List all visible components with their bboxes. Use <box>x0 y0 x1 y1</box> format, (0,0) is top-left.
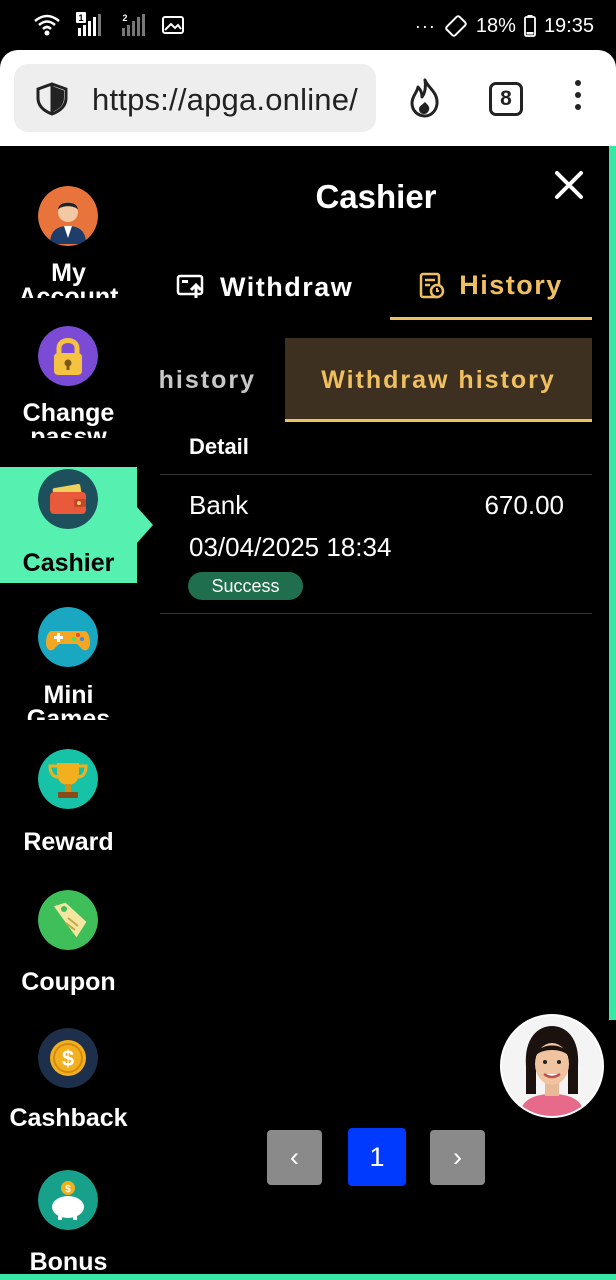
svg-text:$: $ <box>65 1184 71 1195</box>
history-icon <box>419 272 445 298</box>
gamepad-icon <box>38 607 98 667</box>
tab-withdraw[interactable]: Withdraw <box>176 254 376 320</box>
pagination-prev-button[interactable]: ‹ <box>267 1130 322 1185</box>
sidebar-item-cashier[interactable]: Cashier <box>0 467 153 583</box>
wifi-icon <box>34 14 60 36</box>
pagination-next-button[interactable]: › <box>430 1130 485 1185</box>
subtab-withdraw-history[interactable]: Withdraw history <box>285 338 592 422</box>
sidebar-item-cashback[interactable]: $ Cashback <box>0 1026 137 1142</box>
lock-icon <box>38 326 98 386</box>
sidebar: My Account Change passw Cashier Mini Gam… <box>0 146 153 1275</box>
coin-icon: $ <box>38 1028 98 1088</box>
battery-icon <box>524 15 536 37</box>
tab-count-button[interactable]: 8 <box>489 82 523 116</box>
sidebar-item-label: My Account <box>18 259 119 299</box>
account-icon <box>38 186 98 246</box>
wallet-icon <box>38 469 98 529</box>
sidebar-item-label: Coupon <box>21 968 116 996</box>
support-chat-avatar[interactable] <box>500 1014 604 1118</box>
svg-text:1: 1 <box>78 13 83 23</box>
sidebar-item-my-account[interactable]: My Account <box>0 182 137 298</box>
sidebar-item-label: Bonus <box>29 1248 108 1276</box>
tab-label: History <box>459 270 563 300</box>
url-text: https://apga.online/ <box>92 82 358 117</box>
divider <box>160 474 592 475</box>
browser-toolbar: https://apga.online/ 8 <box>0 50 616 146</box>
sidebar-item-change-password[interactable]: Change passw <box>0 322 137 438</box>
more-notifications-icon: ··· <box>414 15 436 36</box>
sidebar-item-reward[interactable]: Reward <box>0 746 137 862</box>
piggy-bank-icon: $ <box>38 1170 98 1230</box>
coupon-icon <box>38 890 98 950</box>
rotate-icon <box>445 15 467 37</box>
divider <box>160 613 592 614</box>
withdraw-icon <box>176 274 204 298</box>
tab-history[interactable]: History <box>390 254 592 320</box>
battery-percent: 18% <box>475 14 516 37</box>
history-subtabs: history Withdraw history <box>160 338 592 422</box>
sidebar-item-label: Reward <box>23 828 114 856</box>
sidebar-item-label: Cashier <box>22 549 115 577</box>
right-accent-bar <box>609 146 616 1020</box>
sidebar-item-label: Mini Games <box>26 681 111 721</box>
sidebar-item-label: Cashback <box>9 1104 128 1132</box>
status-bar: 1 2 ··· 18% 19:35 <box>0 0 616 50</box>
transaction-method: Bank <box>189 490 249 520</box>
svg-text:2: 2 <box>122 13 127 23</box>
gallery-notification-icon <box>162 16 184 34</box>
transaction-datetime: 03/04/2025 18:34 <box>189 532 392 562</box>
sidebar-item-coupon[interactable]: Coupon <box>0 886 137 1002</box>
clock: 19:35 <box>543 14 594 37</box>
sidebar-item-bonus[interactable]: $ Bonus <box>0 1166 137 1280</box>
close-icon[interactable] <box>552 168 586 202</box>
column-header-detail: Detail <box>189 434 249 459</box>
fire-icon[interactable] <box>406 78 444 118</box>
signal-sim1-icon: 1 <box>76 12 101 36</box>
sidebar-item-label: Change passw <box>22 399 115 439</box>
subtab-history[interactable]: history <box>160 338 284 422</box>
shield-icon <box>36 82 68 116</box>
page-title: Cashier <box>315 178 437 215</box>
avatar <box>502 1016 602 1116</box>
tab-label: Withdraw <box>220 271 354 302</box>
sidebar-item-mini-games[interactable]: Mini Games <box>0 604 137 720</box>
status-badge: Success <box>188 572 303 600</box>
pagination-page-button[interactable]: 1 <box>348 1128 406 1186</box>
transaction-amount: 670.00 <box>484 490 564 520</box>
browser-menu-icon[interactable] <box>568 80 588 120</box>
address-bar[interactable]: https://apga.online/ <box>14 64 376 132</box>
svg-text:$: $ <box>62 1046 74 1071</box>
signal-sim2-icon: 2 <box>122 13 145 36</box>
trophy-icon <box>38 749 98 809</box>
